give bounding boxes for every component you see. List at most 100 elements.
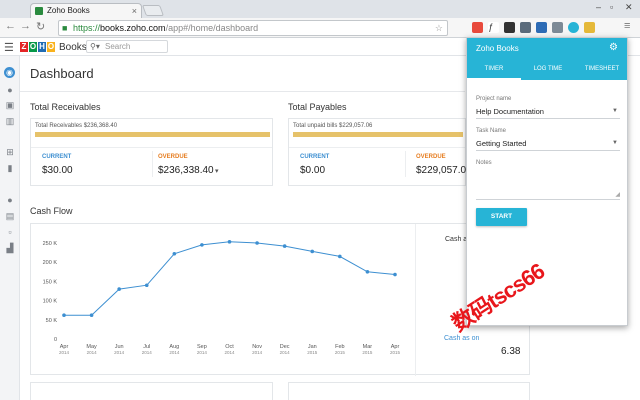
reports-icon[interactable]: ▟ <box>5 244 15 253</box>
x-tick-year-label: 2014 <box>87 350 98 355</box>
maximize-icon[interactable]: ▫ <box>610 2 613 12</box>
logo-letter: O <box>47 42 55 52</box>
data-point <box>62 313 66 317</box>
receivables-card: Total Receivables $236,368.40 CURRENT $3… <box>30 118 273 186</box>
y-tick-label: 250 K <box>43 241 58 247</box>
receivables-progress-bar <box>35 132 270 137</box>
cashflow-title: Cash Flow <box>30 206 73 216</box>
tab-timesheet[interactable]: TIMESHEET <box>575 60 629 80</box>
data-point <box>144 283 149 288</box>
purchases-icon[interactable]: ▮ <box>5 164 15 173</box>
reload-icon[interactable]: ↻ <box>36 20 45 33</box>
receivables-overdue-label: OVERDUE <box>158 154 188 160</box>
receivables-summary: Total Receivables $236,368.40 <box>35 123 118 129</box>
lock-icon: ■ <box>62 23 68 33</box>
x-tick-year-label: 2014 <box>59 350 70 355</box>
start-button[interactable]: START <box>476 208 527 226</box>
url-domain: books.zoho.com <box>100 23 166 33</box>
payables-current-value[interactable]: $0.00 <box>300 165 325 176</box>
window-close-icon[interactable]: ✕ <box>625 2 633 13</box>
data-point <box>365 270 370 274</box>
x-tick-year-label: 2014 <box>114 350 125 355</box>
data-point <box>89 313 94 317</box>
extension-icon[interactable] <box>520 22 531 33</box>
project-name-label: Project name <box>476 96 512 102</box>
y-tick-label: 150 K <box>43 279 58 285</box>
payables-overdue-value[interactable]: $229,057.06 <box>416 165 472 176</box>
overdue-dropdown-caret-icon[interactable]: ▾ <box>215 167 219 175</box>
receivables-current-value[interactable]: $30.00 <box>42 165 73 176</box>
forward-icon[interactable]: → <box>20 20 31 32</box>
formula-extension-icon[interactable]: ƒ <box>488 22 499 33</box>
browser-tab-title: Zoho Books <box>47 6 90 15</box>
x-tick-year-label: 2014 <box>142 350 153 355</box>
sales-icon[interactable]: ⊞ <box>5 148 15 157</box>
address-bar-row: ← → ↻ ■ https://books.zoho.com/app#/home… <box>0 18 640 38</box>
chevron-down-icon: ▼ <box>612 140 618 146</box>
cash-side-value: 6.38 <box>501 346 521 357</box>
new-tab-button[interactable] <box>141 5 165 16</box>
zoho-books-logo[interactable]: Z O H O Books <box>20 41 87 53</box>
banking-icon[interactable]: ▥ <box>5 117 15 126</box>
browser-tab[interactable]: Zoho Books × <box>30 3 142 18</box>
items-icon[interactable]: ▣ <box>5 101 15 110</box>
project-name-select[interactable]: Help Documentation ▼ <box>476 107 620 119</box>
receivables-overdue-value[interactable]: $236,338.40 <box>158 165 214 176</box>
x-tick-year-label: 2014 <box>252 350 263 355</box>
divider <box>289 147 465 148</box>
extension-icon[interactable] <box>536 22 547 33</box>
resize-grip-icon[interactable]: ◢ <box>615 191 620 198</box>
bookmark-star-icon[interactable]: ☆ <box>435 21 443 35</box>
url-input[interactable]: ■ https://books.zoho.com/app#/home/dashb… <box>58 20 448 36</box>
dashboard-icon[interactable]: ◉ <box>4 67 15 78</box>
zoho-favicon-icon <box>35 7 43 15</box>
cashflow-card: 0 50 K 100 K 150 K 200 K 250 K Apr 2014 May 2014 J… <box>30 223 530 376</box>
logo-letter: Z <box>20 42 28 52</box>
extension-icon[interactable] <box>472 22 483 33</box>
task-name-select[interactable]: Getting Started ▼ <box>476 139 620 151</box>
x-tick-year-label: 2014 <box>280 350 291 355</box>
search-icon: ⚲▾ <box>90 42 100 51</box>
x-tick-year-label: 2014 <box>224 350 235 355</box>
cash-side-label: Cash a <box>445 236 468 243</box>
tab-close-icon[interactable]: × <box>132 4 137 18</box>
divider <box>405 151 406 177</box>
x-tick-year-label: 2014 <box>169 350 180 355</box>
divider <box>31 147 272 148</box>
zoho-books-extension-icon[interactable] <box>584 22 595 33</box>
divider <box>415 224 416 376</box>
payables-progress-bar <box>293 132 463 137</box>
data-point <box>117 287 121 291</box>
data-point <box>282 244 287 248</box>
hamburger-menu-icon[interactable]: ☰ <box>4 41 14 54</box>
notes-textarea[interactable]: ◢ <box>476 172 620 200</box>
y-tick-label: 200 K <box>43 260 58 266</box>
payables-title: Total Payables <box>288 102 347 112</box>
data-point <box>172 251 177 256</box>
receivables-current-label: CURRENT <box>42 154 72 160</box>
extension-icon[interactable] <box>504 22 515 33</box>
minimize-icon[interactable]: – <box>596 2 601 12</box>
data-point <box>393 272 397 277</box>
browser-menu-icon[interactable]: ≡ <box>624 20 630 32</box>
logo-letter: O <box>29 42 37 52</box>
divider <box>151 151 153 177</box>
gear-icon[interactable]: ⚙ <box>609 42 618 53</box>
extension-icon[interactable] <box>568 22 579 33</box>
tab-timer[interactable]: TIMER <box>467 60 521 80</box>
contacts-icon[interactable]: ● <box>5 86 15 95</box>
payables-card: Total unpaid bills $229,057.06 CURRENT $… <box>288 118 472 186</box>
extension-icon[interactable] <box>552 22 563 33</box>
time-tracking-icon[interactable]: ● <box>5 196 15 205</box>
documents-icon[interactable]: ▫ <box>5 228 15 237</box>
url-path: /app#/home/dashboard <box>165 23 259 33</box>
search-input[interactable]: ⚲▾ Search <box>86 40 168 53</box>
y-tick-label: 100 K <box>43 299 58 305</box>
chevron-down-icon: ▼ <box>612 108 618 114</box>
back-icon[interactable]: ← <box>5 20 16 32</box>
popup-tabs: TIMER LOG TIME TIMESHEET <box>467 60 627 80</box>
payables-summary: Total unpaid bills $229,057.06 <box>293 123 373 129</box>
tab-log-time[interactable]: LOG TIME <box>521 60 575 80</box>
data-point <box>338 254 342 259</box>
accountant-icon[interactable]: ▤ <box>5 212 15 221</box>
